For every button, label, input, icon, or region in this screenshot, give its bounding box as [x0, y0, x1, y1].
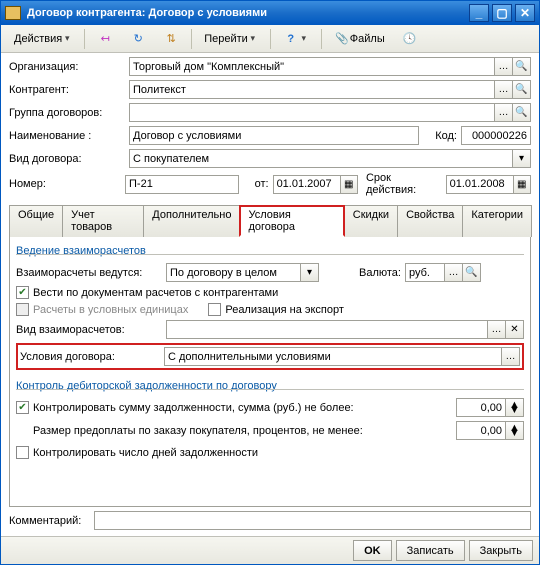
prepay-label: Размер предоплаты по заказу покупателя, … — [33, 425, 363, 437]
org-search-icon[interactable]: 🔍 — [513, 57, 531, 76]
settle-type-clear-icon[interactable]: ✕ — [506, 320, 524, 339]
settle-type-input[interactable] — [166, 320, 488, 339]
chk-cond-units — [16, 303, 29, 316]
settle-type-ellipsis-button[interactable]: … — [488, 320, 506, 339]
control-sum-spinner[interactable]: ▲▼ — [506, 398, 524, 417]
prepay-input[interactable]: 0,00 — [456, 421, 506, 440]
tree-icon[interactable]: ⇅ — [156, 28, 186, 50]
chk-control-sum[interactable]: ✔ — [16, 401, 29, 414]
ok-button[interactable]: OK — [353, 540, 392, 561]
group-label: Группа договоров: — [9, 107, 129, 119]
group-search-icon[interactable]: 🔍 — [513, 103, 531, 122]
currency-label: Валюта: — [359, 267, 401, 279]
close-form-button[interactable]: Закрыть — [469, 540, 533, 561]
refresh-icon[interactable]: ↻ — [123, 28, 153, 50]
maximize-button[interactable]: ▢ — [492, 4, 512, 22]
org-ellipsis-button[interactable]: … — [495, 57, 513, 76]
comment-label: Комментарий: — [9, 515, 94, 527]
settle-dropdown-icon[interactable]: ▾ — [301, 263, 319, 282]
cond-ellipsis-button[interactable]: … — [502, 347, 520, 366]
org-input[interactable]: Торговый дом "Комплексный" — [129, 57, 495, 76]
cond-input[interactable]: С дополнительными условиями — [164, 347, 502, 366]
tab-panel: Ведение взаиморасчетов Взаиморасчеты вед… — [9, 237, 531, 507]
from-label: от: — [245, 178, 268, 190]
chk-control-sum-label: Контролировать сумму задолженности, сумм… — [33, 402, 354, 414]
chk-docs[interactable]: ✔ — [16, 286, 29, 299]
minimize-button[interactable]: _ — [469, 4, 489, 22]
validity-label: Срок действия: — [366, 172, 442, 196]
group-ellipsis-button[interactable]: … — [495, 103, 513, 122]
settle-label: Взаиморасчеты ведутся: — [16, 267, 166, 279]
tab-discounts[interactable]: Скидки — [344, 205, 398, 237]
group-input[interactable] — [129, 103, 495, 122]
tab-conditions[interactable]: Условия договора — [239, 205, 344, 237]
title-bar: Договор контрагента: Договор с условиями… — [1, 1, 539, 25]
chk-docs-label: Вести по документам расчетов с контраген… — [33, 287, 278, 299]
chk-cond-units-label: Расчеты в условных единицах — [33, 304, 188, 316]
contr-label: Контрагент: — [9, 84, 129, 96]
tabs: Общие Учет товаров Дополнительно Условия… — [9, 204, 531, 237]
window-icon — [5, 6, 21, 20]
chk-days-label: Контролировать число дней задолженности — [33, 447, 258, 459]
chk-export[interactable] — [208, 303, 221, 316]
footer: OK Записать Закрыть — [1, 536, 539, 564]
prepay-spinner[interactable]: ▲▼ — [506, 421, 524, 440]
cond-label: Условия договора: — [20, 351, 164, 363]
type-input[interactable]: С покупателем — [129, 149, 513, 168]
num-input[interactable]: П-21 — [125, 175, 239, 194]
contr-input[interactable]: Политекст — [129, 80, 495, 99]
group-settlements-title: Ведение взаиморасчетов — [16, 245, 524, 257]
tab-extra[interactable]: Дополнительно — [143, 205, 240, 237]
currency-ellipsis-button[interactable]: … — [445, 263, 463, 282]
contr-ellipsis-button[interactable]: … — [495, 80, 513, 99]
control-sum-input[interactable]: 0,00 — [456, 398, 506, 417]
comment-input[interactable] — [94, 511, 531, 530]
save-button[interactable]: Записать — [396, 540, 465, 561]
tab-common[interactable]: Общие — [9, 205, 63, 237]
from-calendar-icon[interactable]: ▦ — [341, 175, 358, 194]
go-menu[interactable]: Перейти▾ — [197, 28, 265, 50]
num-label: Номер: — [9, 178, 125, 190]
validity-input[interactable]: 01.01.2008 — [446, 175, 514, 194]
close-button[interactable]: ✕ — [515, 4, 535, 22]
chk-days[interactable] — [16, 446, 29, 459]
help-icon[interactable]: ?▾ — [276, 28, 316, 50]
clock-icon[interactable]: 🕓 — [395, 28, 425, 50]
type-label: Вид договора: — [9, 153, 129, 165]
from-input[interactable]: 01.01.2007 — [273, 175, 341, 194]
name-input[interactable]: Договор с условиями — [129, 126, 419, 145]
chk-export-label: Реализация на экспорт — [225, 304, 344, 316]
currency-search-icon[interactable]: 🔍 — [463, 263, 481, 282]
name-label: Наименование : — [9, 130, 129, 142]
group-debt-title: Контроль дебиторской задолженности по до… — [16, 380, 524, 392]
code-input[interactable]: 000000226 — [461, 126, 531, 145]
tab-goods[interactable]: Учет товаров — [62, 205, 144, 237]
back-icon[interactable]: ↤ — [90, 28, 120, 50]
type-dropdown-icon[interactable]: ▾ — [513, 149, 531, 168]
contr-search-icon[interactable]: 🔍 — [513, 80, 531, 99]
org-label: Организация: — [9, 61, 129, 73]
settle-input[interactable]: По договору в целом — [166, 263, 301, 282]
conditions-highlight: Условия договора: С дополнительными усло… — [16, 343, 524, 370]
tab-categories[interactable]: Категории — [462, 205, 532, 237]
actions-menu[interactable]: Действия▾ — [7, 28, 79, 50]
currency-input[interactable]: руб. — [405, 263, 445, 282]
tab-props[interactable]: Свойства — [397, 205, 463, 237]
files-button[interactable]: 📎Файлы — [327, 28, 392, 50]
window-title: Договор контрагента: Договор с условиями — [27, 7, 267, 19]
settle-type-label: Вид взаиморасчетов: — [16, 324, 166, 336]
toolbar: Действия▾ ↤ ↻ ⇅ Перейти▾ ?▾ 📎Файлы 🕓 — [1, 25, 539, 53]
code-label: Код: — [427, 130, 457, 142]
validity-calendar-icon[interactable]: ▦ — [514, 175, 531, 194]
